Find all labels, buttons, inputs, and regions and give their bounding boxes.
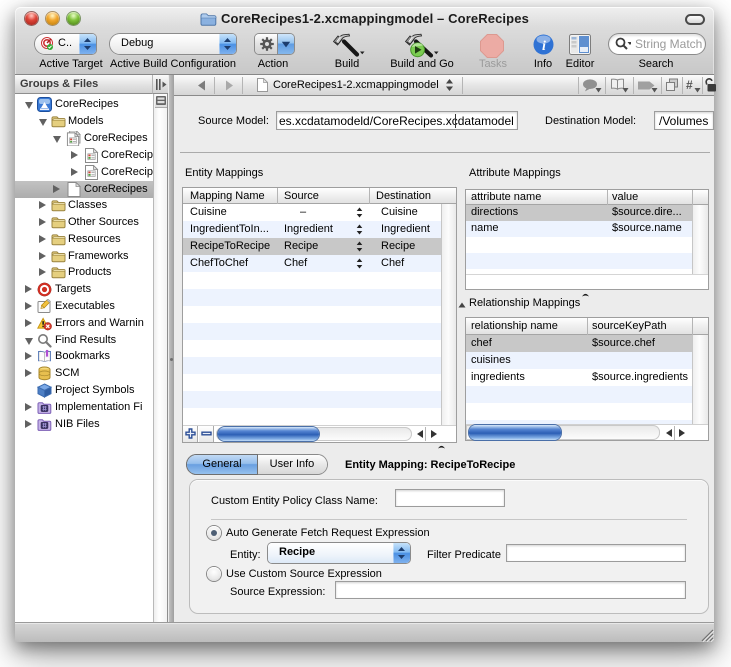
svg-text:i: i	[542, 39, 546, 54]
